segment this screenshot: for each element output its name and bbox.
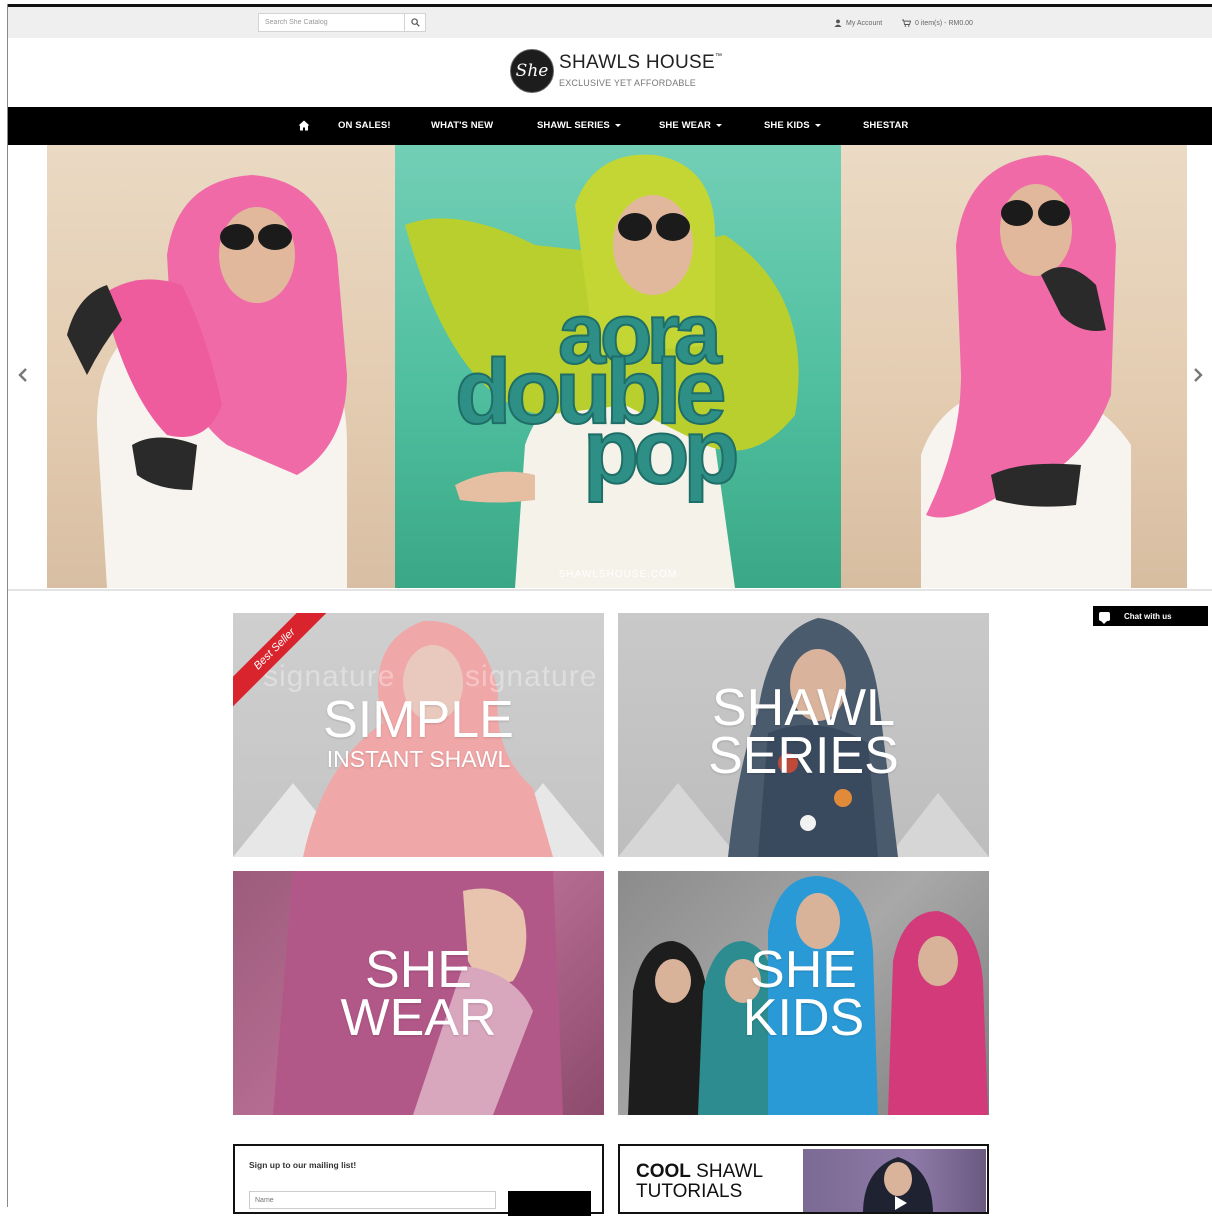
model-pink-shawl-right [921,155,1131,588]
top-utility-bar: My Account 0 item(s) - RM0.00 [8,7,1212,38]
slide-image-center: aora double pop SHAWLSHOUSE.COM [395,145,841,588]
my-account-label: My Account [846,19,883,27]
tile-subtitle: SERIES [708,727,899,785]
mailing-name-input[interactable] [249,1191,496,1209]
category-tile-shawl-series[interactable]: SHAWL SERIES [618,613,989,857]
tutorials-heading-bold: COOL [636,1161,691,1182]
nav-item-she-wear[interactable]: SHE WEAR [659,107,722,145]
chevron-left-icon [18,368,27,382]
nav-item-label: SHE WEAR [659,120,711,131]
hero-slider: aora double pop SHAWLSHOUSE.COM [8,145,1212,591]
nav-item-she-kids[interactable]: SHE KIDS [764,107,821,145]
model-pink-shawl-left [67,175,347,588]
search-input[interactable] [259,14,415,31]
tutorials-heading-line2: TUTORIALS [636,1180,743,1202]
slide-website-url: SHAWLSHOUSE.COM [558,569,678,580]
search-box [258,13,426,32]
chat-bubble-icon [1099,611,1110,624]
tile-title: SHE [365,941,472,999]
nav-item-label: SHESTAR [863,120,909,131]
nav-item-label: SHE KIDS [764,120,810,131]
tutorials-heading: COOL SHAWL TUTORIALS [636,1162,763,1202]
user-icon [834,19,842,27]
trademark-symbol: ™ [714,52,723,60]
nav-item-shestar[interactable]: SHESTAR [863,107,908,145]
cart-link[interactable]: 0 item(s) - RM0.00 [902,19,973,27]
nav-item-label: SHAWL SERIES [537,120,610,131]
slide-image-right [841,145,1187,588]
play-icon [895,1196,907,1210]
chevron-down-icon [614,123,621,127]
cart-summary: 0 item(s) - RM0.00 [915,19,973,27]
mailing-list-box: Sign up to our mailing list! [233,1144,604,1216]
site-logo[interactable]: She SHAWLS HOUSE™ EXCLUSIVE YET AFFORDAB… [510,49,730,97]
category-tile-she-kids[interactable]: SHE KIDS [618,871,989,1115]
chat-with-us-button[interactable]: Chat with us [1093,606,1208,626]
nav-item-on-sales[interactable]: ON SALES! [338,107,391,145]
search-button[interactable] [404,14,425,31]
slider-next-button[interactable] [1188,360,1208,390]
nav-item-label: WHAT'S NEW [431,120,494,131]
tile-subtitle: INSTANT SHAWL [326,746,511,772]
tile-watermark-left: signature [263,660,396,693]
tile-title: SHAWL [712,679,895,737]
tile-title: SHE [750,941,857,999]
logo-tagline: EXCLUSIVE YET AFFORDABLE [559,78,697,88]
nav-item-whats-new[interactable]: WHAT'S NEW [431,107,493,145]
slider-prev-button[interactable] [13,360,33,390]
logo-mark: She [510,49,554,93]
logo-title: SHAWLS HOUSE™ [559,52,722,74]
nav-item-label: ON SALES! [338,120,391,131]
tile-watermark-right: signature [465,660,598,693]
my-account-link[interactable]: My Account [834,19,882,27]
cart-icon [902,19,911,27]
tutorial-video-thumbnail[interactable] [803,1149,986,1212]
nav-item-shawl-series[interactable]: SHAWL SERIES [537,107,621,145]
chevron-down-icon [716,123,722,127]
main-nav: ON SALES! WHAT'S NEW SHAWL SERIES SHE WE… [8,107,1212,145]
tile-subtitle: KIDS [742,989,865,1047]
tile-subtitle: WEAR [340,989,497,1047]
category-tile-simple-instant-shawl[interactable]: signature signature Best Seller SIMPLE I… [233,613,604,857]
tile-title: SIMPLE [323,691,514,749]
shawl-tutorials-box[interactable]: COOL SHAWL TUTORIALS [618,1144,989,1214]
tutorials-heading-rest: SHAWL [690,1161,764,1182]
search-icon [410,18,420,27]
logo-title-text: SHAWLS HOUSE [559,52,715,73]
category-tile-she-wear[interactable]: SHE WEAR [233,871,604,1115]
slide-word-3: pop [582,400,741,504]
mailing-list-title: Sign up to our mailing list! [249,1160,357,1170]
chevron-down-icon [814,123,821,127]
chat-label: Chat with us [1124,611,1172,621]
slide-image-left [47,145,395,588]
home-icon[interactable] [298,120,310,131]
mailing-submit-button[interactable] [508,1191,591,1216]
chevron-right-icon [1194,368,1203,382]
